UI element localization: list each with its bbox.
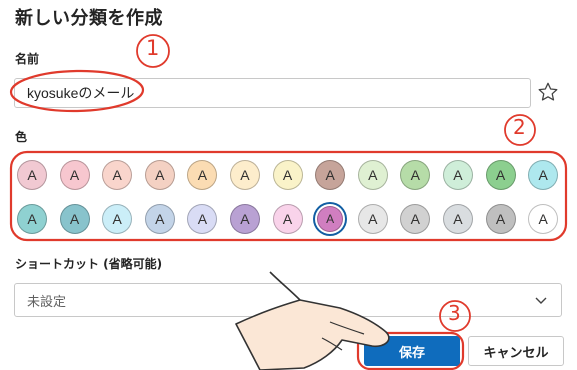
category-name-value: kyosukeのメール: [27, 85, 135, 101]
color-swatch[interactable]: A: [317, 206, 344, 232]
color-swatch[interactable]: A: [229, 204, 260, 234]
color-swatch[interactable]: A: [59, 204, 90, 234]
color-swatch[interactable]: A: [485, 204, 516, 234]
color-swatch[interactable]: A: [144, 160, 175, 190]
color-swatch[interactable]: A: [528, 204, 559, 234]
color-swatch[interactable]: A: [187, 204, 218, 234]
color-swatch[interactable]: A: [102, 160, 133, 190]
color-swatch[interactable]: A: [485, 160, 516, 190]
color-swatch[interactable]: A: [144, 204, 175, 234]
star-icon[interactable]: [536, 80, 560, 104]
shortcut-value: 未設定: [27, 294, 67, 310]
dialog-title: 新しい分類を作成: [15, 8, 163, 29]
color-label: 色: [15, 130, 28, 144]
color-swatch[interactable]: A: [17, 160, 47, 190]
cancel-button[interactable]: キャンセル: [468, 336, 564, 366]
color-swatch[interactable]: A: [400, 160, 431, 190]
chevron-down-icon: [533, 292, 549, 308]
shortcut-select[interactable]: 未設定: [14, 283, 562, 317]
annotation-number-3: 3: [448, 301, 461, 325]
color-swatch[interactable]: A: [187, 160, 218, 190]
name-label: 名前: [15, 52, 40, 66]
shortcut-label: ショートカット (省略可能): [15, 257, 163, 271]
color-swatch[interactable]: A: [272, 204, 303, 234]
color-swatch[interactable]: A: [17, 204, 47, 234]
color-swatch[interactable]: A: [315, 160, 346, 190]
save-button[interactable]: 保存: [364, 336, 460, 366]
annotation-number-2: 2: [513, 115, 526, 139]
color-swatch[interactable]: A: [357, 160, 388, 190]
color-swatch[interactable]: A: [528, 160, 559, 190]
category-name-input[interactable]: kyosukeのメール: [14, 78, 531, 108]
color-swatch[interactable]: A: [272, 160, 303, 190]
color-swatch[interactable]: A: [357, 204, 388, 234]
color-swatch[interactable]: A: [229, 160, 260, 190]
color-swatch[interactable]: A: [102, 204, 133, 234]
color-swatch[interactable]: A: [442, 204, 473, 234]
color-swatch[interactable]: A: [400, 204, 431, 234]
color-row-1: AAAAAAAAAAAAA: [17, 160, 571, 190]
color-swatch[interactable]: A: [442, 160, 473, 190]
annotation-number-1: 1: [146, 36, 160, 60]
color-swatch[interactable]: A: [59, 160, 90, 190]
color-row-2: AAAAAAAAAAAAA: [17, 204, 571, 234]
